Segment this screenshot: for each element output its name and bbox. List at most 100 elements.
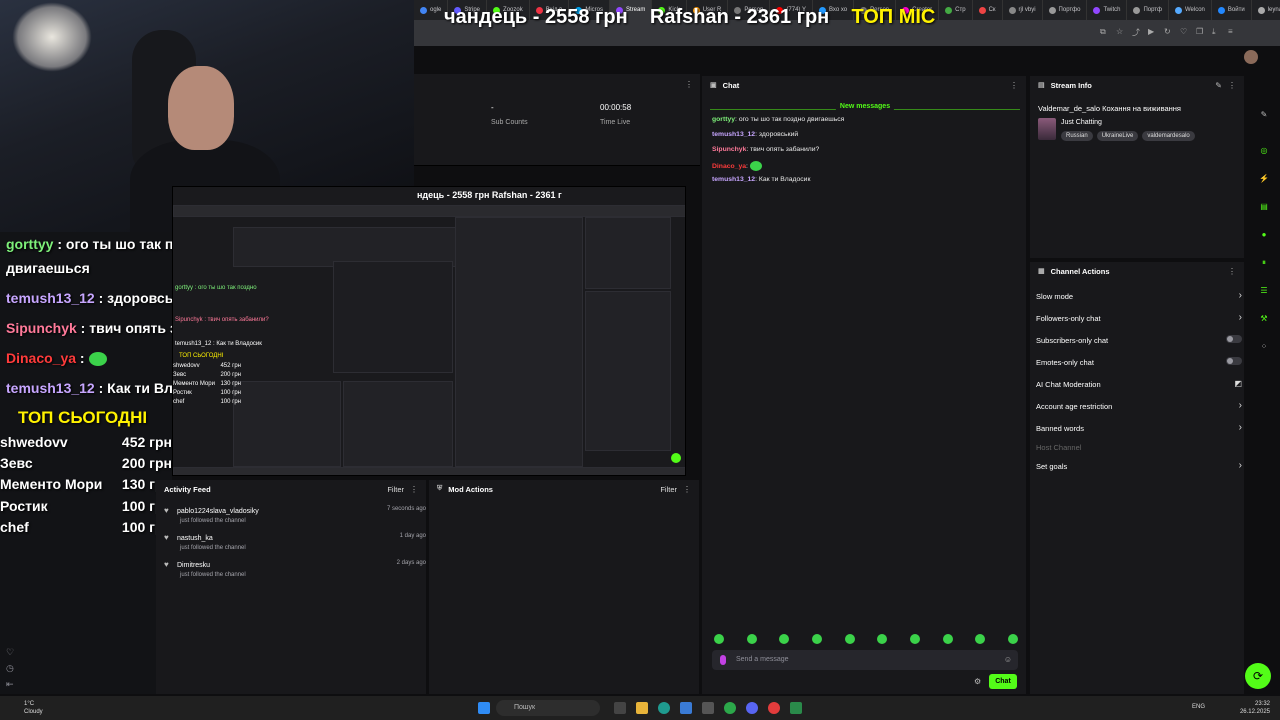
category-thumbnail [1038,118,1056,140]
top-donor-row: shwedovv 452 грн [0,434,172,450]
chevron-right-icon: › [1238,422,1242,433]
emoji-icon[interactable]: ☺ [1004,655,1012,664]
windows-start-icon[interactable] [478,702,490,714]
browser-tab[interactable]: leyna V [1252,0,1280,20]
more-options-icon[interactable]: ⋮ [1228,267,1236,276]
emote-icon[interactable] [909,634,920,644]
emote-icon[interactable] [942,634,953,644]
file-explorer-icon[interactable] [636,702,648,714]
emote-icon[interactable] [746,634,757,644]
followers-only-item[interactable]: Followers-only chat › [1036,312,1242,323]
more-options-icon[interactable]: ⋮ [685,80,693,89]
bookmark-icon[interactable]: ☆ [1116,27,1123,36]
emote-icon[interactable] [779,634,790,644]
help-fab-icon[interactable]: ⟳ [1245,663,1271,689]
terminal-icon[interactable] [702,702,714,714]
spotify-icon[interactable] [724,702,736,714]
browser-tab[interactable]: Welcon [1169,0,1212,20]
browser-tab[interactable]: Портфо [1043,0,1088,20]
chat-bubble-icon[interactable]: ● [1258,230,1270,239]
clock-icon[interactable]: ◷ [6,663,14,674]
note-icon[interactable]: ▤ [1258,202,1270,211]
favicon-icon [1093,6,1101,14]
discord-icon[interactable] [746,702,758,714]
opera-icon[interactable] [768,702,780,714]
stream-tags: Russian UkraineLive valdemardesalo [1061,131,1195,141]
edge-icon[interactable] [658,702,670,714]
stream-tag[interactable]: UkraineLive [1096,131,1139,141]
stats-strip: - Sub Counts 00:00:58 Time Live ⋮ [414,74,700,166]
copy-icon[interactable]: ❐ [1196,27,1203,36]
stream-tag[interactable]: valdemardesalo [1142,131,1195,141]
favicon-icon [1257,6,1265,14]
time-live-label: Time Live [600,119,631,126]
emote-icon[interactable] [1007,634,1018,644]
browser-tab[interactable]: Twitch [1087,0,1128,20]
nested-chat-line: gorttyy : ого ты шо так поздно [175,285,257,291]
share-icon[interactable]: ⤴ [1132,27,1140,38]
sub-count-value: - [491,103,494,112]
store-icon[interactable] [680,702,692,714]
gear-icon[interactable]: ⚙ [974,677,981,686]
pause-icon[interactable]: ⏸ [1258,258,1270,268]
more-options-icon[interactable]: ⋮ [683,485,691,494]
emote-icon[interactable] [714,634,724,644]
browser-tab[interactable]: Войти [1212,0,1252,20]
collapse-icon[interactable]: ⇤ [6,679,14,690]
app-icon[interactable] [790,702,802,714]
banned-words-item[interactable]: Banned words › [1036,422,1242,433]
favicon-icon [1133,6,1141,14]
taskbar-search[interactable]: Пошук [496,700,600,716]
refresh-icon[interactable]: ↻ [1164,27,1171,36]
favicon-icon [420,6,427,14]
pencil-icon[interactable]: ✎ [1258,110,1270,119]
heart-icon[interactable]: ♡ [6,647,14,658]
emotes-only-toggle[interactable] [1226,357,1242,365]
download-icon[interactable]: ⤓ [1212,27,1216,37]
emote-icon[interactable] [877,634,888,644]
subscribers-only-toggle[interactable] [1226,335,1242,343]
favicon-icon [1217,6,1225,14]
favicon-icon [1048,6,1056,14]
heart-icon[interactable]: ♡ [1180,27,1187,36]
extension-icon[interactable]: ⧉ [1100,27,1106,37]
account-age-item[interactable]: Account age restriction › [1036,400,1242,411]
users-icon[interactable]: ⁘ [1258,342,1270,351]
shield-icon: ⛨ [437,485,443,492]
more-options-icon[interactable]: ⋮ [410,485,418,494]
microphone-icon[interactable] [720,655,726,665]
activity-filter-button[interactable]: Filter [387,485,404,494]
stream-info-title: Stream Info [1050,80,1092,90]
slow-mode-item[interactable]: Slow mode › [1036,290,1242,301]
ai-moderation-item[interactable]: AI Chat Moderation ◩ [1036,379,1242,389]
emote-icon[interactable] [844,634,855,644]
emote-icon[interactable] [975,634,986,644]
stream-tag[interactable]: Russian [1061,131,1093,141]
send-chat-button[interactable]: Chat [989,674,1017,689]
target-icon[interactable]: ◎ [1258,146,1270,155]
stream-category[interactable]: Just Chatting [1061,119,1102,126]
task-view-icon[interactable] [614,702,626,714]
bolt-icon[interactable]: ⚡ [1258,174,1270,183]
overlay-chat-message: Dinaco_ya : [6,350,107,367]
nested-chat-panel [455,217,583,467]
edit-icon[interactable]: ✎ [1215,81,1222,90]
more-options-icon[interactable]: ⋮ [1010,81,1018,90]
activity-item: ♥ pablo1224slava_vladosiky just followed … [164,506,426,524]
mod-filter-button[interactable]: Filter [660,485,677,494]
list-icon[interactable]: ☰ [1258,286,1270,295]
weather-widget[interactable]: 1°C Cloudy [24,700,43,716]
taskbar-clock[interactable]: 23:32 26.12.2025 [1226,700,1270,716]
chat-message-input[interactable]: Send a message ☺ [712,650,1018,670]
wrench-icon[interactable]: ⚒ [1258,314,1270,323]
browser-tab[interactable]: Портф [1127,0,1169,20]
language-indicator[interactable]: ENG [1192,704,1205,710]
more-options-icon[interactable]: ⋮ [1228,81,1236,90]
nested-top-row: shwedovv 452 грн [173,363,241,369]
menu-icon[interactable]: ≡ [1228,27,1233,36]
chat-header: ▣ Chat ⋮ [702,76,1026,94]
avatar[interactable] [1244,50,1258,64]
set-goals-item[interactable]: Set goals › [1036,460,1242,471]
emote-icon[interactable] [811,634,822,644]
play-icon[interactable]: ▶ [1148,27,1154,36]
